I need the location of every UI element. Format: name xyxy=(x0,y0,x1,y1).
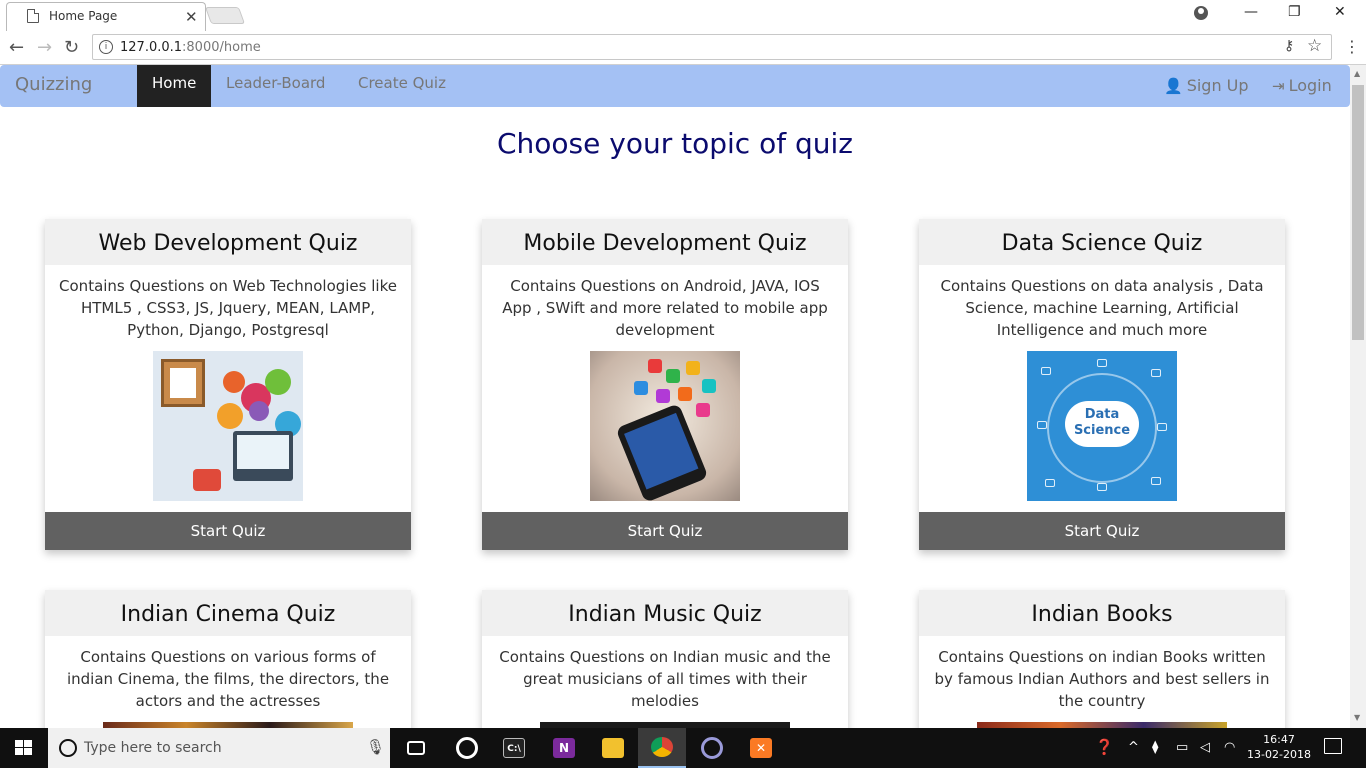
minimize-button[interactable]: — xyxy=(1244,4,1258,20)
user-icon: 👤 xyxy=(1164,77,1183,95)
url-host: 127.0.0.1 xyxy=(120,40,183,55)
card-title: Indian Cinema Quiz xyxy=(45,590,411,636)
login-link[interactable]: ⇥ Login xyxy=(1272,65,1332,107)
dropbox-icon[interactable]: ⧫ xyxy=(1152,740,1158,755)
notifications-icon[interactable] xyxy=(1324,738,1342,754)
search-placeholder: Type here to search xyxy=(84,740,222,756)
page-scrollbar[interactable]: ▲ ▼ xyxy=(1350,65,1366,728)
card-description: Contains Questions on Android, JAVA, IOS… xyxy=(502,277,828,339)
card-description: Contains Questions on Indian music and t… xyxy=(499,648,831,710)
start-quiz-button[interactable]: Start Quiz xyxy=(482,512,848,550)
tab-title: Home Page xyxy=(49,9,118,23)
quiz-card-indian-cinema: Indian Cinema Quiz Contains Questions on… xyxy=(45,590,411,728)
reload-icon[interactable]: ↻ xyxy=(64,37,79,58)
card-description: Contains Questions on various forms of i… xyxy=(66,648,390,710)
scroll-up-icon[interactable]: ▲ xyxy=(1354,69,1360,78)
groove-music-icon[interactable] xyxy=(443,728,491,768)
command-prompt-icon[interactable]: C:\ xyxy=(490,728,538,768)
browser-toolbar: ← → ↻ i 127.0.0.1:8000/home ⚷ ☆ ⋮ xyxy=(0,31,1366,65)
menu-kebab-icon[interactable]: ⋮ xyxy=(1344,37,1360,56)
quiz-card-web: Web Development Quiz Contains Questions … xyxy=(45,219,411,550)
web-development-image xyxy=(153,351,303,501)
onenote-icon[interactable]: N xyxy=(540,728,588,768)
quiz-card-indian-music: Indian Music Quiz Contains Questions on … xyxy=(482,590,848,728)
volume-icon[interactable]: ◁ xyxy=(1200,740,1210,755)
start-quiz-button[interactable]: Start Quiz xyxy=(45,512,411,550)
close-button[interactable]: ✕ xyxy=(1334,4,1346,20)
card-title: Data Science Quiz xyxy=(919,219,1285,265)
key-icon[interactable]: ⚷ xyxy=(1284,38,1294,54)
scroll-thumb[interactable] xyxy=(1352,85,1364,340)
login-icon: ⇥ xyxy=(1272,77,1285,95)
app-ring-icon[interactable] xyxy=(688,728,736,768)
info-icon[interactable]: i xyxy=(99,40,113,54)
xampp-icon[interactable]: ✕ xyxy=(737,728,785,768)
bookmark-star-icon[interactable]: ☆ xyxy=(1307,36,1322,56)
site-brand[interactable]: Quizzing xyxy=(15,74,92,95)
browser-tab[interactable]: Home Page ✕ xyxy=(6,2,206,31)
nav-create-quiz[interactable]: Create Quiz xyxy=(343,65,461,107)
login-label: Login xyxy=(1288,76,1332,95)
card-title: Web Development Quiz xyxy=(45,219,411,265)
taskbar-clock[interactable]: 16:47 13-02-2018 xyxy=(1246,732,1312,762)
page-icon xyxy=(27,9,39,23)
cortana-icon xyxy=(59,739,77,757)
address-bar[interactable]: i 127.0.0.1:8000/home ⚷ ☆ xyxy=(92,34,1332,60)
signup-link[interactable]: 👤 Sign Up xyxy=(1164,65,1249,107)
browser-tabstrip: Home Page ✕ — ❐ ✕ xyxy=(0,0,1366,31)
card-title: Indian Books xyxy=(919,590,1285,636)
back-icon[interactable]: ← xyxy=(9,37,24,58)
windows-taskbar: Type here to search 🎙 C:\ N ✕ ❓ ^ ⧫ ▭ ◁ … xyxy=(0,728,1366,768)
quiz-card-indian-books: Indian Books Contains Questions on india… xyxy=(919,590,1285,728)
tray-chevron-icon[interactable]: ^ xyxy=(1128,740,1139,755)
scroll-down-icon[interactable]: ▼ xyxy=(1354,713,1360,722)
battery-icon[interactable]: ▭ xyxy=(1176,740,1188,755)
taskbar-search-box[interactable]: Type here to search 🎙 xyxy=(48,728,390,768)
nav-home[interactable]: Home xyxy=(137,65,212,107)
site-navbar: Quizzing Home Leader-Board Create Quiz 👤… xyxy=(0,65,1350,107)
quiz-card-mobile: Mobile Development Quiz Contains Questio… xyxy=(482,219,848,550)
file-explorer-icon[interactable] xyxy=(589,728,637,768)
help-icon[interactable]: ❓ xyxy=(1095,738,1114,756)
chrome-icon[interactable] xyxy=(638,728,686,768)
maximize-button[interactable]: ❐ xyxy=(1288,4,1301,20)
forward-icon[interactable]: → xyxy=(37,37,52,58)
signup-label: Sign Up xyxy=(1186,76,1249,95)
clock-time: 16:47 xyxy=(1263,733,1295,746)
card-description: Contains Questions on data analysis , Da… xyxy=(940,277,1264,339)
url-path: :8000/home xyxy=(182,40,261,55)
clock-date: 13-02-2018 xyxy=(1247,748,1311,761)
task-view-icon[interactable] xyxy=(392,728,440,768)
data-science-image: Data Science xyxy=(1027,351,1177,501)
new-tab-button[interactable] xyxy=(204,7,246,24)
tab-close-icon[interactable]: ✕ xyxy=(185,8,198,26)
start-quiz-button[interactable]: Start Quiz xyxy=(919,512,1285,550)
microphone-icon[interactable]: 🎙 xyxy=(366,738,385,756)
page-viewport: Quizzing Home Leader-Board Create Quiz 👤… xyxy=(0,65,1350,728)
windows-start-icon[interactable] xyxy=(15,740,33,756)
profile-icon[interactable] xyxy=(1194,6,1208,20)
data-science-image-text: Data Science xyxy=(1073,407,1131,438)
card-title: Mobile Development Quiz xyxy=(482,219,848,265)
card-title: Indian Music Quiz xyxy=(482,590,848,636)
card-description: Contains Questions on Web Technologies l… xyxy=(59,277,397,339)
url-text[interactable]: 127.0.0.1:8000/home xyxy=(120,40,261,55)
page-heading: Choose your topic of quiz xyxy=(497,127,853,160)
quiz-card-data-science: Data Science Quiz Contains Questions on … xyxy=(919,219,1285,550)
wifi-icon[interactable]: ◠ xyxy=(1224,740,1235,755)
mobile-apps-image xyxy=(590,351,740,501)
nav-leader-board[interactable]: Leader-Board xyxy=(211,65,340,107)
card-description: Contains Questions on indian Books writt… xyxy=(934,648,1270,710)
